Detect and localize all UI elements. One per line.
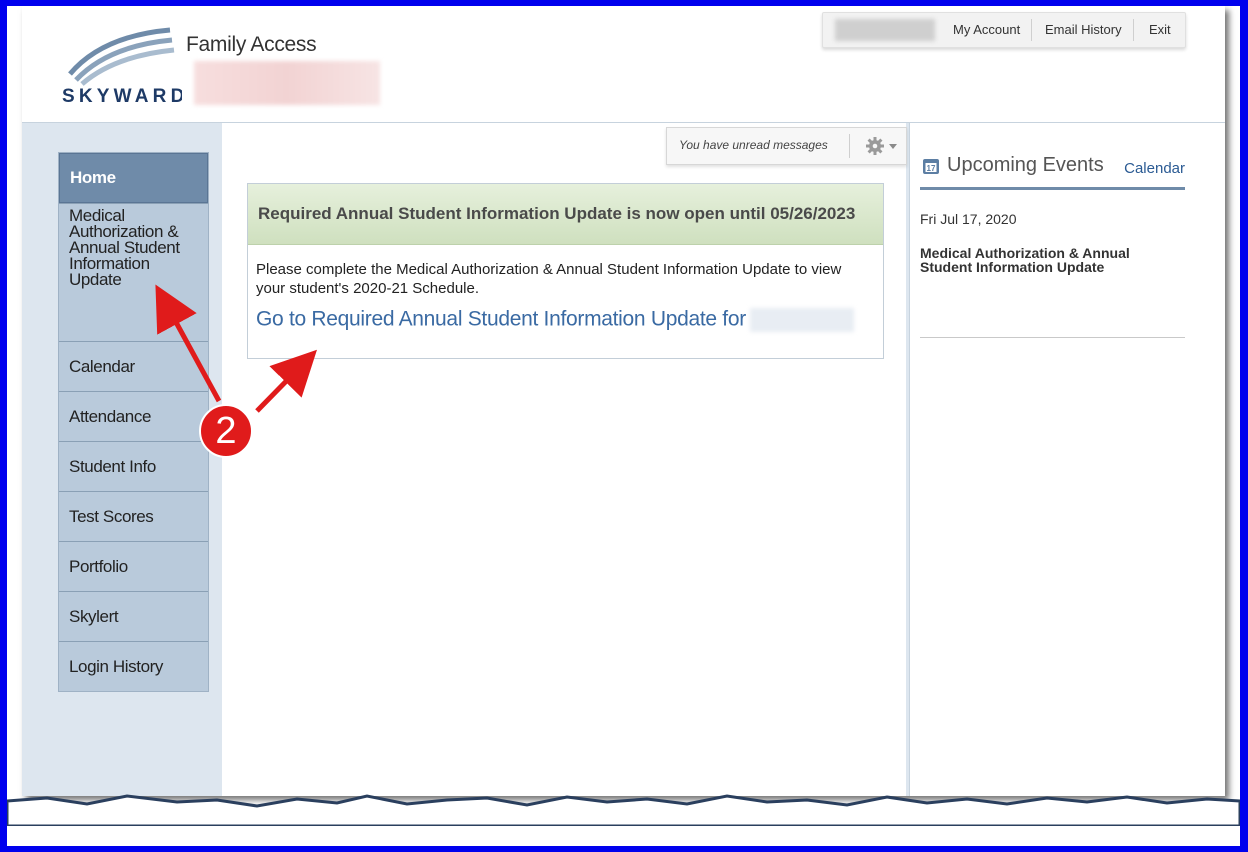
exit-link[interactable]: Exit <box>1149 22 1171 37</box>
toolbar-divider <box>1031 19 1032 41</box>
sidebar-item-calendar[interactable]: Calendar <box>59 341 208 391</box>
unread-messages-link[interactable]: You have unread messages <box>679 138 828 152</box>
skyward-logo: SKYWARD <box>62 27 182 106</box>
toolbar-divider <box>1133 19 1134 41</box>
event-link[interactable]: Medical Authorization & Annual Student I… <box>920 246 1170 274</box>
chevron-down-icon <box>889 144 897 149</box>
account-toolbar: My Account Email History Exit <box>822 12 1186 48</box>
sidebar-item-skylert[interactable]: Skylert <box>59 591 208 641</box>
notice-text: Please complete the Medical Authorizatio… <box>256 261 842 297</box>
redacted-student-name <box>749 308 854 332</box>
sidebar-item-portfolio[interactable]: Portfolio <box>59 541 208 591</box>
notice-title: Required Annual Student Information Upda… <box>248 184 883 245</box>
gear-icon[interactable] <box>863 136 903 156</box>
annotation-number: 2 <box>215 409 237 452</box>
svg-text:17: 17 <box>927 164 936 173</box>
messages-bar: You have unread messages <box>666 127 907 165</box>
sidebar-item-student-info[interactable]: Student Info <box>59 441 208 491</box>
header: SKYWARD Family Access My Account Email H… <box>22 6 1225 123</box>
upcoming-events-panel: 17 Upcoming Events Calendar Fri Jul 17, … <box>909 123 1225 796</box>
events-header: 17 Upcoming Events Calendar <box>920 151 1185 190</box>
redacted-username <box>835 19 935 41</box>
events-divider <box>920 337 1185 338</box>
logo-text: SKYWARD <box>62 86 182 106</box>
required-update-link-label: Go to Required Annual Student Informatio… <box>256 307 746 331</box>
email-history-link[interactable]: Email History <box>1045 22 1122 37</box>
required-update-link[interactable]: Go to Required Annual Student Informatio… <box>256 308 856 332</box>
sidebar-item-label: Update <box>69 270 122 289</box>
notice-body: Please complete the Medical Authorizatio… <box>248 245 864 332</box>
sidebar-item-attendance[interactable]: Attendance <box>59 391 208 441</box>
sidebar-item-test-scores[interactable]: Test Scores <box>59 491 208 541</box>
app-title: Family Access <box>186 33 317 56</box>
sidebar-item-medical-authorization[interactable]: Medical Authorization & Annual Student I… <box>59 203 208 341</box>
calendar-icon: 17 <box>923 159 939 174</box>
events-title: Upcoming Events <box>947 154 1104 176</box>
sidebar-nav: Home Medical Authorization & Annual Stud… <box>58 152 209 692</box>
main-content: You have unread messages Required Annual… <box>222 123 907 796</box>
events-calendar-link[interactable]: Calendar <box>1124 160 1185 177</box>
my-account-link[interactable]: My Account <box>953 22 1020 37</box>
redacted-student-name <box>194 61 380 105</box>
screenshot-frame: SKYWARD Family Access My Account Email H… <box>7 6 1240 846</box>
event-date: Fri Jul 17, 2020 <box>920 211 1017 227</box>
messages-divider <box>849 134 850 158</box>
sidebar-item-login-history[interactable]: Login History <box>59 641 208 691</box>
sidebar-item-home[interactable]: Home <box>59 153 208 203</box>
update-notice: Required Annual Student Information Upda… <box>247 183 884 359</box>
torn-edge <box>7 794 1240 826</box>
